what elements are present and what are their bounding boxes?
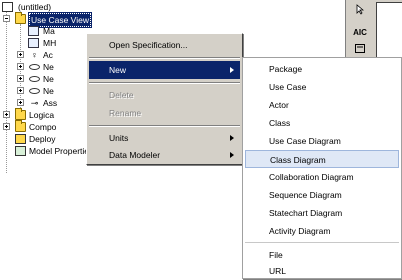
text-tool-button[interactable]: AIC — [351, 26, 369, 40]
deployment-icon — [15, 134, 26, 144]
menu-item-label: Statechart Diagram — [269, 208, 343, 218]
tree-item-label: Compo — [29, 122, 57, 132]
association-icon: ⊸ — [30, 98, 39, 108]
menu-item-rename[interactable]: Rename — [89, 104, 240, 122]
expand-toggle[interactable] — [3, 111, 10, 118]
tree-item-label: Use Case View — [28, 12, 92, 28]
expand-toggle[interactable] — [3, 123, 10, 130]
use-case-icon — [29, 64, 40, 70]
menu-item-collaboration-diagram[interactable]: Collaboration Diagram — [245, 168, 399, 186]
menu-item-package[interactable]: Package — [245, 60, 399, 78]
diagram-window-edge — [376, 2, 402, 62]
tree-item-label: MH — [43, 38, 57, 48]
tree-item-label: Ac — [43, 50, 53, 60]
menu-item-label: Activity Diagram — [269, 226, 331, 236]
tree-item-label: Logica — [29, 110, 55, 120]
folder-icon — [15, 108, 26, 120]
model-icon — [2, 2, 13, 12]
diagram-icon — [28, 26, 39, 36]
note-icon — [355, 44, 365, 53]
expand-toggle[interactable] — [17, 63, 24, 70]
menu-item-use-case-diagram[interactable]: Use Case Diagram — [245, 132, 399, 150]
menu-item-units[interactable]: Units — [89, 129, 240, 147]
submenu-arrow-icon — [230, 67, 234, 73]
tree-root-label: (untitled) — [18, 2, 52, 12]
menu-item-use-case[interactable]: Use Case — [245, 78, 399, 96]
tree-item-label: Ne — [43, 86, 54, 96]
tree-item-label: Ne — [43, 62, 54, 72]
properties-icon — [15, 146, 26, 156]
pointer-icon — [356, 4, 365, 15]
menu-item-class[interactable]: Class — [245, 114, 399, 132]
menu-item-label: File — [269, 250, 283, 260]
context-menu: Open Specification... New Delete Rename … — [86, 33, 243, 165]
expand-toggle[interactable] — [17, 87, 24, 94]
menu-item-delete[interactable]: Delete — [89, 86, 240, 104]
menu-separator — [89, 57, 240, 59]
folder-icon — [15, 12, 26, 24]
expand-toggle[interactable] — [17, 99, 24, 106]
collapse-toggle[interactable] — [3, 15, 10, 22]
menu-item-statechart-diagram[interactable]: Statechart Diagram — [245, 204, 399, 222]
submenu-arrow-icon — [230, 152, 234, 158]
note-tool-button[interactable] — [351, 44, 369, 58]
menu-item-data-modeler[interactable]: Data Modeler — [89, 146, 240, 164]
menu-item-label: Actor — [269, 100, 289, 110]
menu-item-label: Delete — [109, 90, 134, 100]
tree-item-label: Ass — [43, 98, 58, 108]
tree-item-use-case-view[interactable]: Use Case View — [2, 12, 162, 28]
tree-item-label: Ne — [43, 74, 54, 84]
actor-icon: ♀ — [31, 50, 38, 60]
use-case-icon — [29, 88, 40, 94]
submenu-arrow-icon — [230, 135, 234, 141]
menu-item-label: Data Modeler — [109, 150, 161, 160]
menu-item-label: Use Case — [269, 82, 307, 92]
menu-item-label: Rename — [109, 108, 142, 118]
selection-pointer-button[interactable] — [351, 4, 369, 18]
menu-item-class-diagram[interactable]: Class Diagram — [245, 150, 399, 168]
menu-item-new[interactable]: New — [89, 61, 240, 79]
use-case-icon — [29, 76, 40, 82]
menu-item-actor[interactable]: Actor — [245, 96, 399, 114]
menu-item-label: Use Case Diagram — [269, 136, 341, 146]
menu-item-label: Open Specification... — [109, 40, 188, 50]
menu-item-label: New — [109, 65, 127, 75]
menu-separator — [89, 82, 240, 84]
menu-item-label: Collaboration Diagram — [269, 172, 354, 182]
menu-item-label: Package — [269, 64, 303, 74]
menu-item-activity-diagram[interactable]: Activity Diagram — [245, 222, 399, 240]
tree-item-label: Deploy — [29, 134, 56, 144]
tree-guide — [6, 12, 7, 173]
menu-item-sequence-diagram[interactable]: Sequence Diagram — [245, 186, 399, 204]
menu-item-label: URL — [269, 266, 287, 276]
menu-separator — [89, 125, 240, 127]
tree-item-label: Ma — [43, 26, 55, 36]
diagram-icon — [28, 38, 39, 48]
menu-item-label: Class — [269, 118, 291, 128]
expand-toggle[interactable] — [17, 75, 24, 82]
expand-toggle[interactable] — [17, 51, 24, 58]
menu-item-label: Sequence Diagram — [269, 190, 342, 200]
menu-separator — [245, 242, 399, 244]
menu-item-label: Units — [109, 133, 129, 143]
tree-item-label: Model Properties — [29, 146, 94, 156]
menu-item-label: Class Diagram — [270, 155, 326, 165]
menu-item-url[interactable]: URL — [245, 262, 399, 280]
folder-icon — [15, 120, 26, 132]
menu-item-open-specification[interactable]: Open Specification... — [89, 36, 240, 54]
new-submenu: Package Use Case Actor Class Use Case Di… — [242, 57, 402, 279]
